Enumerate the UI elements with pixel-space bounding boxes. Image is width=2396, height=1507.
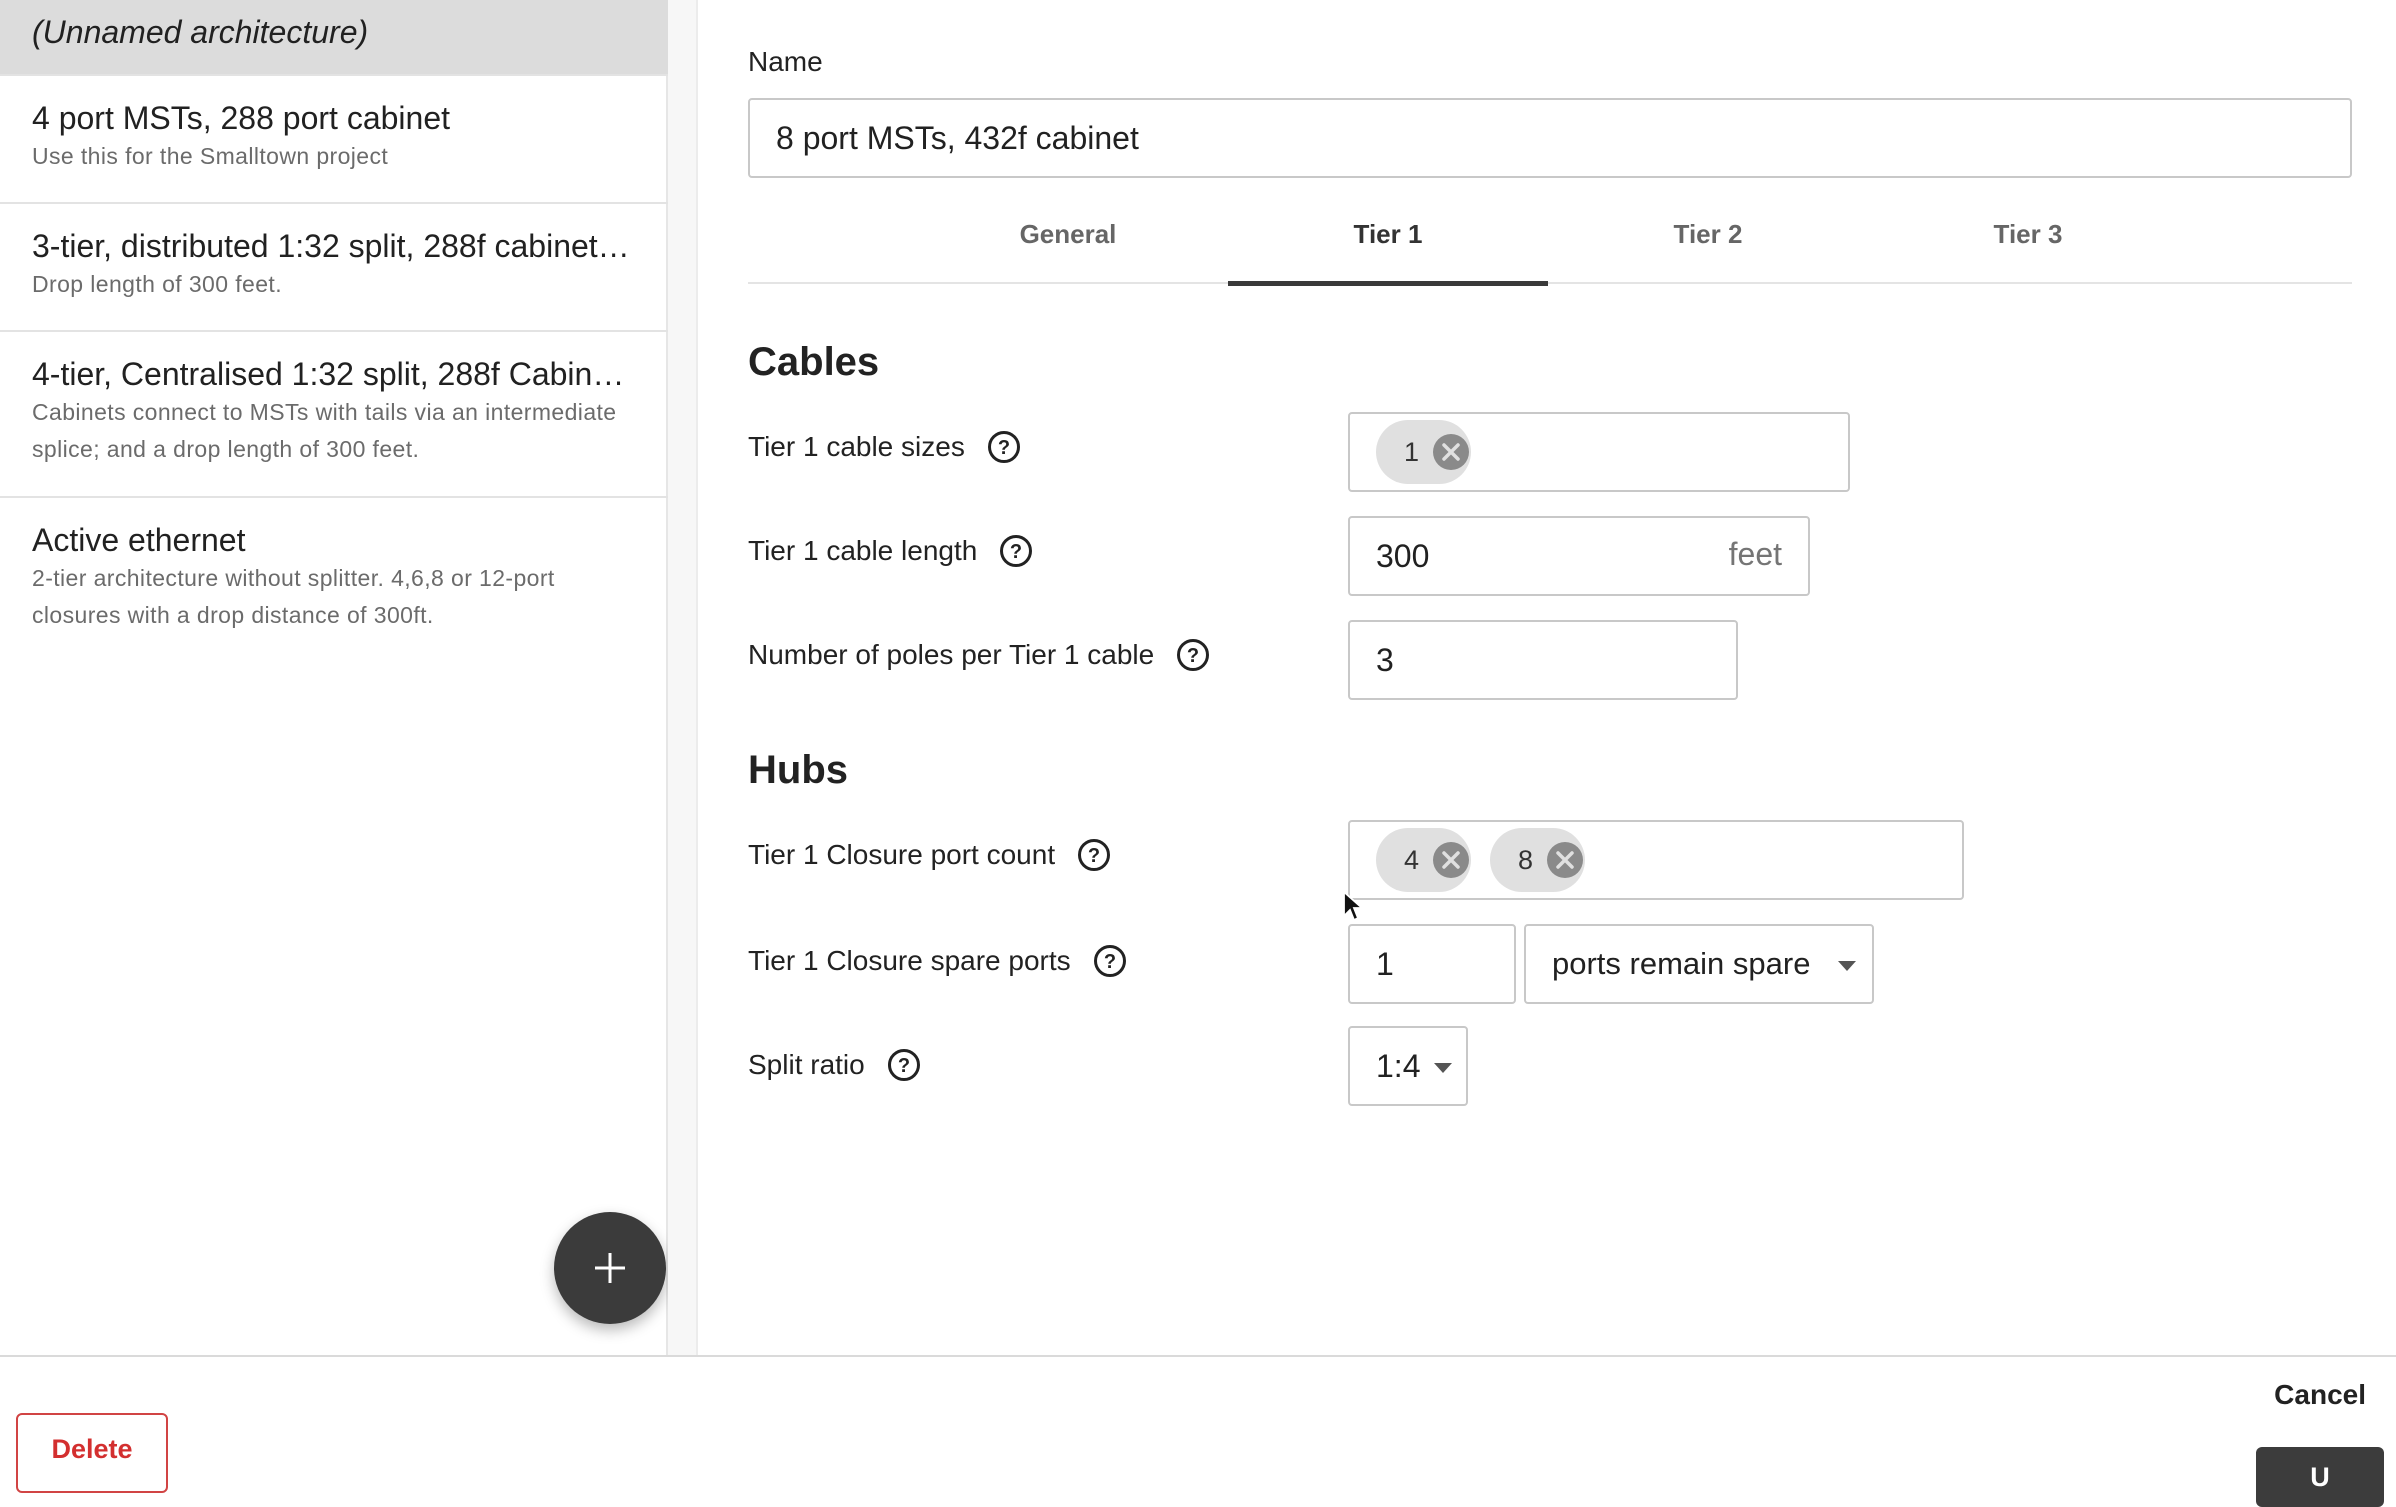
split-ratio-value: 1:4 — [1376, 1048, 1421, 1084]
spare-ports-mode-select[interactable]: ports remain spare — [1524, 924, 1874, 1004]
cable-length-value: 300 — [1376, 538, 1430, 574]
architecture-item-4-tier[interactable]: 4-tier, Centralised 1:32 split, 288f Cab… — [0, 332, 668, 498]
tab-tier-3[interactable]: Tier 3 — [1868, 196, 2188, 284]
architecture-item-title: 4 port MSTs, 288 port cabinet — [32, 100, 450, 136]
architecture-editor: Name 8 port MSTs, 432f cabinet General T… — [700, 0, 2396, 1355]
close-icon[interactable] — [1431, 840, 1471, 880]
help-icon[interactable]: ? — [1077, 838, 1111, 872]
spare-ports-input[interactable]: 1 — [1348, 924, 1516, 1004]
architecture-item-title: 3-tier, distributed 1:32 split, 288f cab… — [32, 228, 630, 264]
architecture-item-title: Active ethernet — [32, 522, 246, 558]
mouse-pointer-icon — [1343, 890, 1365, 922]
poles-label: Number of poles per Tier 1 cable ? — [748, 638, 1210, 672]
tab-bar: General Tier 1 Tier 2 Tier 3 — [748, 196, 2352, 286]
chip-label: 4 — [1404, 844, 1420, 875]
port-count-chip: 8 — [1490, 828, 1586, 892]
footer-bar: Delete Cancel U — [0, 1355, 2396, 1507]
spare-ports-label-text: Tier 1 Closure spare ports — [748, 945, 1071, 976]
name-input[interactable]: 8 port MSTs, 432f cabinet — [748, 98, 2352, 178]
split-ratio-select[interactable]: 1:4 — [1348, 1026, 1468, 1106]
delete-button[interactable]: Delete — [16, 1413, 168, 1493]
svg-text:?: ? — [1010, 541, 1022, 563]
architecture-item-unnamed[interactable]: (Unnamed architecture) — [0, 0, 668, 76]
poles-label-text: Number of poles per Tier 1 cable — [748, 639, 1155, 670]
svg-text:?: ? — [1104, 951, 1116, 973]
plus-icon — [595, 1253, 625, 1283]
help-icon[interactable]: ? — [887, 1048, 921, 1082]
chip-label: 8 — [1518, 844, 1534, 875]
spare-ports-label: Tier 1 Closure spare ports ? — [748, 944, 1127, 978]
save-button[interactable]: U — [2256, 1447, 2384, 1507]
architecture-item-3-tier[interactable]: 3-tier, distributed 1:32 split, 288f cab… — [0, 204, 668, 332]
cable-length-label: Tier 1 cable length ? — [748, 534, 1033, 568]
architecture-list: (Unnamed architecture) 4 port MSTs, 288 … — [0, 0, 668, 1355]
svg-text:?: ? — [1088, 845, 1100, 867]
tab-general[interactable]: General — [908, 196, 1228, 284]
poles-input[interactable]: 3 — [1348, 620, 1738, 700]
chip-label: 1 — [1404, 436, 1420, 467]
spare-ports-value: 1 — [1376, 946, 1394, 982]
tab-tier-2[interactable]: Tier 2 — [1548, 196, 1868, 284]
help-icon[interactable]: ? — [1093, 944, 1127, 978]
panel-divider — [668, 0, 698, 1355]
poles-value: 3 — [1376, 642, 1394, 678]
close-icon[interactable] — [1545, 840, 1585, 880]
chevron-down-icon — [1838, 961, 1856, 971]
port-count-input[interactable]: 4 8 — [1348, 820, 1964, 900]
close-icon[interactable] — [1431, 432, 1471, 472]
add-architecture-button[interactable] — [554, 1212, 666, 1324]
cable-length-unit: feet — [1728, 536, 1782, 572]
cables-section-title: Cables — [748, 340, 880, 384]
architecture-item-description: Cabinets connect to MSTs with tails via … — [32, 399, 617, 462]
architecture-item-description: 2-tier architecture without splitter. 4,… — [32, 565, 555, 628]
split-ratio-label-text: Split ratio — [748, 1049, 865, 1080]
help-icon[interactable]: ? — [987, 430, 1021, 464]
cable-length-label-text: Tier 1 cable length — [748, 535, 978, 566]
cable-size-chip: 1 — [1376, 420, 1472, 484]
architecture-item-description: Drop length of 300 feet. — [32, 271, 282, 297]
architecture-item-4-port-msts[interactable]: 4 port MSTs, 288 port cabinet Use this f… — [0, 76, 668, 204]
architecture-item-description: Use this for the Smalltown project — [32, 143, 389, 169]
cancel-button[interactable]: Cancel — [2274, 1379, 2366, 1411]
split-ratio-label: Split ratio ? — [748, 1048, 921, 1082]
svg-text:?: ? — [998, 437, 1010, 459]
cable-sizes-label-text: Tier 1 cable sizes — [748, 431, 965, 462]
architecture-item-title: 4-tier, Centralised 1:32 split, 288f Cab… — [32, 356, 636, 392]
architecture-item-active-ethernet[interactable]: Active ethernet 2-tier architecture with… — [0, 498, 668, 664]
architecture-item-title: (Unnamed architecture) — [32, 14, 369, 50]
cable-sizes-input[interactable]: 1 — [1348, 412, 1850, 492]
tab-tier-1[interactable]: Tier 1 — [1228, 196, 1548, 286]
port-count-label-text: Tier 1 Closure port count — [748, 839, 1056, 870]
cable-sizes-label: Tier 1 cable sizes ? — [748, 430, 1021, 464]
cable-length-input[interactable]: 300 feet — [1348, 516, 1810, 596]
name-label: Name — [748, 46, 823, 77]
hubs-section-title: Hubs — [748, 748, 848, 792]
port-count-label: Tier 1 Closure port count ? — [748, 838, 1111, 872]
spare-ports-mode-value: ports remain spare — [1552, 946, 1811, 981]
help-icon[interactable]: ? — [999, 534, 1033, 568]
svg-text:?: ? — [1187, 645, 1199, 667]
port-count-chip: 4 — [1376, 828, 1472, 892]
help-icon[interactable]: ? — [1176, 638, 1210, 672]
svg-text:?: ? — [898, 1055, 910, 1077]
chevron-down-icon — [1434, 1063, 1452, 1073]
